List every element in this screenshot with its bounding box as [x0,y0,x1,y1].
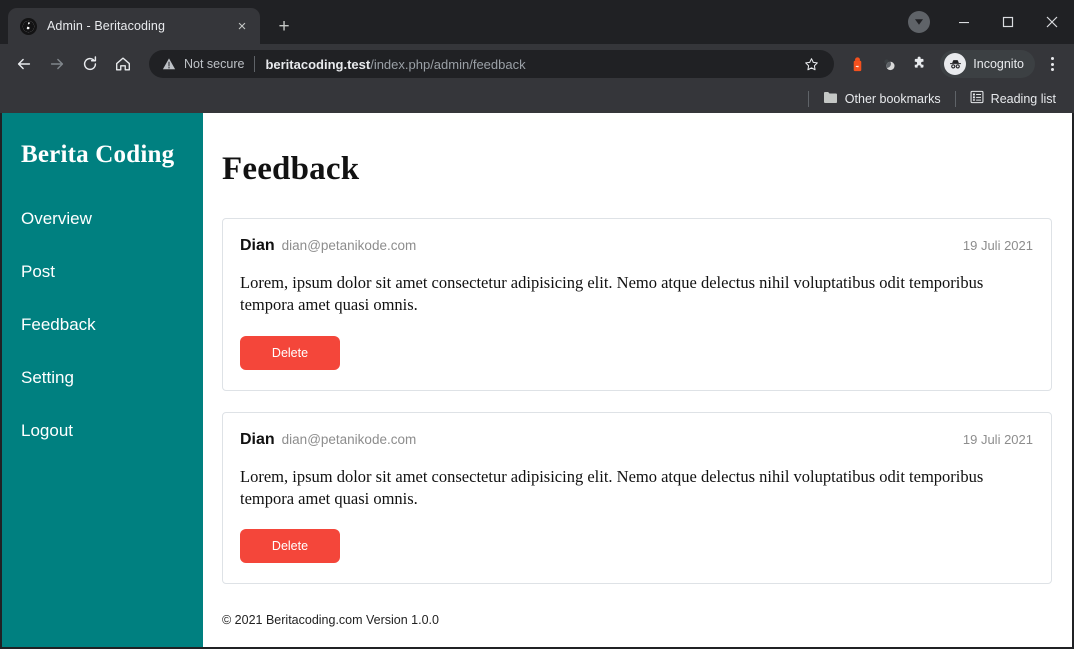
delete-button[interactable]: Delete [240,336,340,370]
feedback-email: dian@petanikode.com [282,238,963,253]
sidebar-item-post[interactable]: Post [2,252,203,292]
other-bookmarks-label: Other bookmarks [845,92,941,106]
not-secure-label: Not secure [184,57,244,71]
browser-toolbar: Not secure beritacoding.test/index.php/a… [0,44,1074,84]
puzzle-piece-icon[interactable] [905,50,933,78]
sidebar-item-feedback[interactable]: Feedback [2,305,203,345]
back-button[interactable] [9,49,39,79]
home-button[interactable] [108,49,138,79]
tab-strip: Admin - Beritacoding × + [0,0,1074,44]
other-bookmarks-button[interactable]: Other bookmarks [817,88,947,110]
omnibox-divider [254,56,255,72]
sidebar-nav: Overview Post Feedback Setting Logout [2,199,203,451]
menu-dot [1051,57,1054,60]
minimize-button[interactable] [942,2,986,42]
close-window-button[interactable] [1030,2,1074,42]
page-title: Feedback [222,151,1052,188]
feedback-card: Dian dian@petanikode.com 19 Juli 2021 Lo… [222,218,1052,391]
bookmarks-divider [955,91,956,107]
incognito-label: Incognito [973,57,1024,71]
forward-button[interactable] [42,49,72,79]
orange-extension-icon[interactable] [843,50,871,78]
main-content: Feedback Dian dian@petanikode.com 19 Jul… [203,113,1072,647]
menu-dot [1051,68,1054,71]
close-icon[interactable]: × [232,16,252,36]
feedback-email: dian@petanikode.com [282,432,963,447]
bookmark-star-icon[interactable] [798,51,824,77]
feedback-card-header: Dian dian@petanikode.com 19 Juli 2021 [240,237,1033,255]
page-viewport: Berita Coding Overview Post Feedback Set… [0,113,1074,649]
maximize-button[interactable] [986,2,1030,42]
reading-list-button[interactable]: Reading list [964,87,1062,110]
tab-admin-beritacoding[interactable]: Admin - Beritacoding × [8,8,260,44]
app-sidebar: Berita Coding Overview Post Feedback Set… [2,113,203,647]
incognito-indicator[interactable]: Incognito [940,50,1035,78]
folder-icon [823,91,838,107]
sphere-extension-icon[interactable] [874,50,902,78]
feedback-author: Dian [240,431,275,449]
feedback-card-header: Dian dian@petanikode.com 19 Juli 2021 [240,431,1033,449]
address-bar[interactable]: Not secure beritacoding.test/index.php/a… [149,50,834,78]
sidebar-item-overview[interactable]: Overview [2,199,203,239]
reading-list-label: Reading list [991,92,1056,106]
feedback-date: 19 Juli 2021 [963,432,1033,447]
feedback-card: Dian dian@petanikode.com 19 Juli 2021 Lo… [222,412,1052,585]
delete-button[interactable]: Delete [240,529,340,563]
bookmarks-bar: Other bookmarks Reading list [0,84,1074,113]
window-controls [898,0,1074,44]
not-secure-warning-icon [162,57,176,71]
url-text: beritacoding.test/index.php/admin/feedba… [265,57,796,72]
sidebar-item-logout[interactable]: Logout [2,411,203,451]
feedback-message: Lorem, ipsum dolor sit amet consectetur … [240,466,1030,511]
feedback-date: 19 Juli 2021 [963,238,1033,253]
sidebar-item-setting[interactable]: Setting [2,358,203,398]
url-host: beritacoding.test [265,57,370,72]
brand-title: Berita Coding [2,141,203,169]
page-footer: © 2021 Beritacoding.com Version 1.0.0 [222,613,439,627]
tab-title: Admin - Beritacoding [47,19,232,33]
menu-dot [1051,63,1054,66]
feedback-message: Lorem, ipsum dolor sit amet consectetur … [240,272,1030,317]
bookmarks-divider [808,91,809,107]
feedback-author: Dian [240,237,275,255]
new-tab-button[interactable]: + [270,12,298,40]
incognito-icon [944,53,966,75]
url-path: /index.php/admin/feedback [370,57,525,72]
three-dot-menu-icon[interactable] [1039,50,1065,78]
globe-icon [20,18,37,35]
reading-list-icon [970,90,984,107]
chevron-down-icon [908,11,930,33]
update-button[interactable] [898,2,942,42]
reload-button[interactable] [75,49,105,79]
browser-window: Admin - Beritacoding × + [0,0,1074,649]
